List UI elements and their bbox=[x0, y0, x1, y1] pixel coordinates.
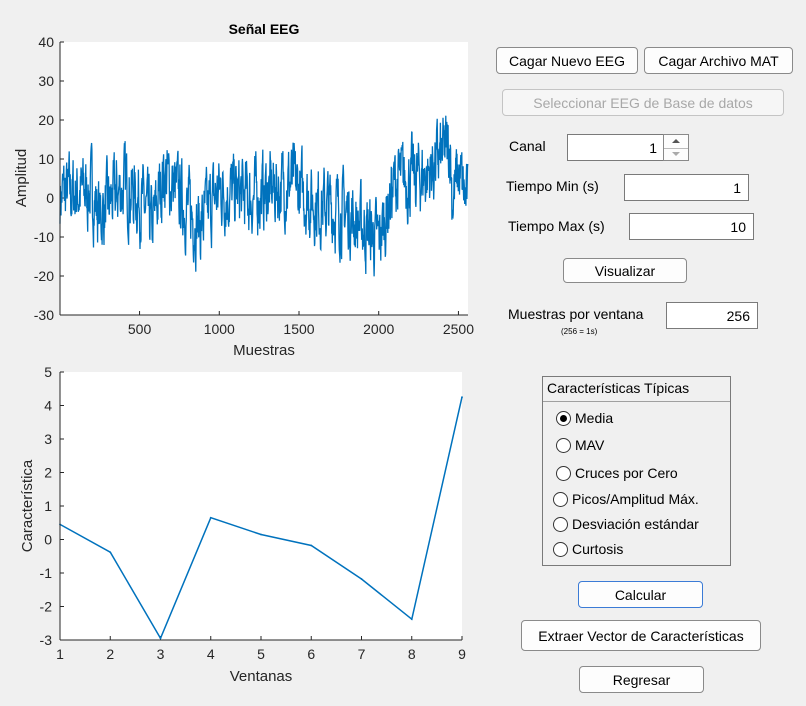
select-eeg-database-button[interactable]: Seleccionar EEG de Base de datos bbox=[502, 89, 784, 116]
time-min-input[interactable]: 1 bbox=[624, 174, 749, 201]
feature-y-tick-label: 3 bbox=[44, 431, 52, 447]
feature-y-tick-label: -2 bbox=[40, 599, 53, 615]
feature-y-tick-label: -3 bbox=[40, 632, 53, 648]
load-mat-file-button[interactable]: Cagar Archivo MAT bbox=[644, 47, 793, 74]
feature-x-tick-label: 8 bbox=[408, 646, 416, 662]
eeg-y-tick-label: 20 bbox=[38, 112, 54, 128]
calculate-button[interactable]: Calcular bbox=[578, 581, 703, 608]
feature-y-tick-label: 4 bbox=[44, 398, 52, 414]
feature-x-tick-label: 5 bbox=[257, 646, 265, 662]
eeg-x-tick-label: 2000 bbox=[363, 321, 394, 337]
radio-unselected-icon[interactable] bbox=[553, 541, 568, 557]
feature-point bbox=[209, 516, 212, 519]
feature-point bbox=[310, 544, 313, 547]
radio-peaks-amplitude-label: Picos/Amplitud Máx. bbox=[572, 491, 699, 507]
channel-spinner-arrows[interactable] bbox=[663, 134, 689, 161]
eeg-y-tick-label: 30 bbox=[38, 73, 54, 89]
feature-point bbox=[360, 578, 363, 580]
radio-mav-label: MAV bbox=[575, 437, 605, 453]
eeg-x-label: Muestras bbox=[233, 342, 295, 359]
eeg-y-tick-label: 40 bbox=[38, 34, 54, 50]
feature-y-tick-label: 2 bbox=[44, 465, 52, 481]
radio-media-label: Media bbox=[575, 410, 614, 426]
radio-media[interactable]: Media bbox=[556, 410, 613, 426]
radio-mav[interactable]: MAV bbox=[556, 437, 604, 453]
feature-x-tick-label: 6 bbox=[307, 646, 315, 662]
feature-point bbox=[260, 533, 262, 536]
radio-selected-icon[interactable] bbox=[556, 410, 571, 426]
eeg-y-tick-label: -30 bbox=[34, 307, 54, 323]
radio-unselected-icon[interactable] bbox=[556, 465, 571, 481]
radio-unselected-icon[interactable] bbox=[553, 516, 568, 532]
radio-kurtosis-label: Curtosis bbox=[572, 541, 624, 557]
feature-point bbox=[109, 551, 112, 554]
feature-y-tick-label: 0 bbox=[44, 532, 52, 548]
feature-x-tick-label: 4 bbox=[207, 646, 215, 662]
load-new-eeg-button[interactable]: Cagar Nuevo EEG bbox=[496, 47, 638, 74]
group-divider bbox=[543, 401, 730, 402]
channel-label: Canal bbox=[509, 138, 546, 154]
feature-axes-background bbox=[60, 372, 462, 640]
feature-y-label: Característica bbox=[19, 459, 36, 552]
radio-std-deviation[interactable]: Desviación estándar bbox=[553, 516, 699, 532]
eeg-plot-title: Señal EEG bbox=[229, 21, 300, 37]
spinner-down-icon[interactable] bbox=[664, 148, 688, 161]
back-button[interactable]: Regresar bbox=[579, 666, 704, 693]
eeg-axes-background bbox=[60, 42, 468, 315]
feature-point bbox=[159, 637, 162, 640]
samples-per-window-label: Muestras por ventana bbox=[508, 306, 644, 322]
time-max-input[interactable]: 10 bbox=[629, 213, 754, 240]
eeg-y-tick-label: -10 bbox=[34, 229, 54, 245]
feature-y-tick-label: 5 bbox=[44, 364, 52, 380]
feature-x-tick-label: 3 bbox=[157, 646, 165, 662]
eeg-x-tick-label: 2500 bbox=[443, 321, 474, 337]
feature-x-label: Ventanas bbox=[230, 668, 293, 685]
radio-kurtosis[interactable]: Curtosis bbox=[553, 541, 623, 557]
feature-x-tick-label: 9 bbox=[458, 646, 466, 662]
radio-unselected-icon[interactable] bbox=[553, 491, 568, 507]
feature-x-tick-label: 2 bbox=[106, 646, 114, 662]
eeg-y-label: Amplitud bbox=[13, 149, 30, 207]
time-min-label: Tiempo Min (s) bbox=[506, 178, 599, 194]
extract-feature-vector-button[interactable]: Extraer Vector de Características bbox=[521, 620, 761, 651]
eeg-y-tick-label: 10 bbox=[38, 151, 54, 167]
radio-std-deviation-label: Desviación estándar bbox=[572, 516, 699, 532]
time-max-label: Tiempo Max (s) bbox=[508, 218, 605, 234]
visualize-button[interactable]: Visualizar bbox=[563, 258, 687, 283]
feature-x-tick-label: 1 bbox=[56, 646, 64, 662]
feature-point bbox=[410, 618, 413, 621]
feature-y-tick-label: 1 bbox=[44, 498, 52, 514]
feature-point bbox=[461, 396, 463, 399]
radio-unselected-icon[interactable] bbox=[556, 437, 571, 453]
eeg-x-tick-label: 1500 bbox=[283, 321, 314, 337]
eeg-y-tick-label: 0 bbox=[46, 190, 54, 206]
eeg-y-ticks: 40 30 20 10 0 -10 -20 -30 bbox=[34, 34, 64, 323]
radio-zero-crossings[interactable]: Cruces por Cero bbox=[556, 465, 678, 481]
channel-spinner-field[interactable]: 1 bbox=[567, 134, 664, 161]
eeg-x-tick-label: 1000 bbox=[204, 321, 235, 337]
eeg-y-tick-label: -20 bbox=[34, 268, 54, 284]
radio-peaks-amplitude[interactable]: Picos/Amplitud Máx. bbox=[553, 491, 699, 507]
typical-features-title: Características Típicas bbox=[547, 380, 690, 396]
eeg-x-tick-label: 500 bbox=[128, 321, 152, 337]
spinner-up-icon[interactable] bbox=[664, 135, 688, 149]
samples-per-window-note: (256 = 1s) bbox=[561, 327, 598, 336]
samples-per-window-input[interactable]: 256 bbox=[666, 302, 758, 329]
feature-y-tick-label: -1 bbox=[40, 565, 53, 581]
radio-zero-crossings-label: Cruces por Cero bbox=[575, 465, 678, 481]
feature-x-tick-label: 7 bbox=[358, 646, 366, 662]
